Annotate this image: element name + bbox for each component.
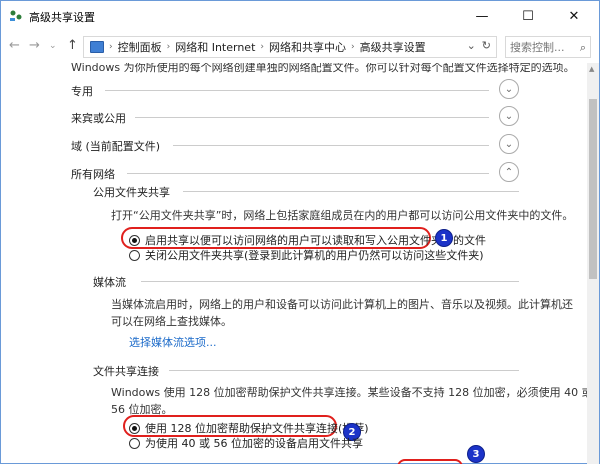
breadcrumb-separator-icon: ›: [260, 42, 265, 52]
control-panel-icon: [90, 41, 104, 53]
encryption-40-56-option[interactable]: 为使用 40 或 56 位加密的设备启用文件共享: [129, 435, 363, 451]
profile-domain[interactable]: 域 (当前配置文件) ⌄: [71, 134, 519, 156]
window-title: 高级共享设置: [29, 11, 95, 24]
media-description-line2: 可以在网络上查找媒体。: [111, 315, 232, 328]
close-icon: ✕: [568, 8, 580, 24]
scroll-thumb[interactable]: [589, 99, 597, 279]
public-folder-description: 打开“公用文件夹共享”时，网络上包括家庭组成员在内的用户都可以访问公用文件夹中的…: [111, 209, 574, 222]
vertical-scrollbar[interactable]: ▲: [587, 63, 599, 464]
radio-button[interactable]: [129, 234, 140, 246]
public-folder-heading: 公用文件夹共享: [93, 186, 170, 199]
option-label: 使用 128 位加密帮助保护文件共享连接(推荐): [145, 422, 369, 435]
breadcrumb-separator-icon: ›: [109, 42, 113, 52]
navigation-bar: ← → ⌄ ↑ › 控制面板 › 网络和 Internet › 网络和共享中心 …: [1, 31, 599, 63]
search-placeholder: 搜索控制...: [510, 41, 565, 54]
file-sharing-heading: 文件共享连接: [93, 365, 159, 378]
media-streaming-heading: 媒体流: [93, 276, 126, 289]
close-button[interactable]: ✕: [551, 1, 597, 31]
chevron-down-icon[interactable]: ⌄: [499, 79, 519, 99]
chevron-down-icon[interactable]: ⌄: [499, 134, 519, 154]
radio-button[interactable]: [129, 249, 140, 261]
breadcrumb-control-panel[interactable]: 控制面板: [118, 39, 162, 55]
breadcrumb-advanced-sharing[interactable]: 高级共享设置: [360, 39, 426, 55]
option-label: 关闭公用文件夹共享(登录到此计算机的用户仍然可以访问这些文件夹): [145, 249, 484, 262]
profile-label: 来宾或公用: [71, 112, 126, 125]
divider: [135, 117, 489, 118]
address-bar[interactable]: › 控制面板 › 网络和 Internet › 网络和共享中心 › 高级共享设置…: [83, 36, 497, 58]
chevron-up-icon[interactable]: ⌃: [499, 162, 519, 182]
profile-guest-public[interactable]: 来宾或公用 ⌄: [71, 106, 519, 128]
back-arrow-icon[interactable]: ←: [9, 38, 20, 53]
radio-button[interactable]: [129, 422, 140, 434]
breadcrumb-network-internet[interactable]: 网络和 Internet: [175, 39, 255, 55]
title-bar: 高级共享设置 — ☐ ✕: [1, 1, 599, 31]
divider: [127, 173, 489, 174]
divider: [169, 370, 519, 371]
chevron-down-icon[interactable]: ⌄: [499, 106, 519, 126]
up-arrow-icon[interactable]: ↑: [67, 38, 78, 53]
intro-text: Windows 为你所使用的每个网络创建单独的网络配置文件。你可以针对每个配置文…: [71, 63, 575, 74]
maximize-icon: ☐: [522, 8, 534, 24]
divider: [173, 145, 489, 146]
profile-label: 域 (当前配置文件): [71, 140, 161, 153]
profile-all-networks[interactable]: 所有网络 ⌃: [71, 162, 519, 184]
network-icon: [10, 10, 22, 21]
step-1-badge: 1: [435, 229, 453, 247]
breadcrumb-network-sharing-center[interactable]: 网络和共享中心: [269, 39, 346, 55]
recent-locations-chevron-icon[interactable]: ⌄: [49, 41, 57, 51]
minimize-button[interactable]: —: [459, 1, 505, 31]
option-label: 为使用 40 或 56 位加密的设备启用文件共享: [145, 437, 363, 450]
forward-arrow-icon[interactable]: →: [29, 38, 40, 53]
encryption-128-option[interactable]: 使用 128 位加密帮助保护文件共享连接(推荐): [129, 420, 369, 436]
control-panel-window: 高级共享设置 — ☐ ✕ ← → ⌄ ↑ › 控制面板 › 网络和 Intern…: [0, 0, 600, 464]
profile-label: 专用: [71, 85, 93, 98]
public-folder-on-option[interactable]: 启用共享以便可以访问网络的用户可以读取和写入公用文件夹中的文件: [129, 232, 486, 248]
public-folder-off-option[interactable]: 关闭公用文件夹共享(登录到此计算机的用户仍然可以访问这些文件夹): [129, 247, 484, 263]
radio-button[interactable]: [129, 437, 140, 449]
media-streaming-options-link[interactable]: 选择媒体流选项...: [129, 334, 217, 350]
refresh-icon[interactable]: ↻: [482, 39, 491, 52]
divider: [183, 191, 519, 192]
scroll-up-icon[interactable]: ▲: [589, 65, 594, 73]
minimize-icon: —: [475, 8, 489, 24]
divider: [141, 281, 519, 282]
file-sharing-description-line1: Windows 使用 128 位加密帮助保护文件共享连接。某些设备不支持 128…: [111, 386, 587, 399]
highlight-annotation: [397, 459, 463, 464]
divider: [105, 90, 489, 91]
settings-content: Windows 为你所使用的每个网络创建单独的网络配置文件。你可以针对每个配置文…: [1, 63, 587, 464]
search-input[interactable]: 搜索控制... ⌕: [505, 36, 591, 58]
profile-label: 所有网络: [71, 168, 115, 181]
search-icon[interactable]: ⌕: [580, 41, 586, 55]
profile-private[interactable]: 专用 ⌄: [71, 79, 519, 101]
breadcrumb-separator-icon: ›: [351, 42, 355, 52]
media-description-line1: 当媒体流启用时，网络上的用户和设备可以访问此计算机上的图片、音乐以及视频。此计算…: [111, 298, 573, 311]
maximize-button[interactable]: ☐: [505, 1, 551, 31]
address-dropdown-icon[interactable]: ⌄: [467, 39, 476, 52]
step-3-badge: 3: [467, 445, 485, 463]
breadcrumb-separator-icon: ›: [166, 42, 171, 52]
